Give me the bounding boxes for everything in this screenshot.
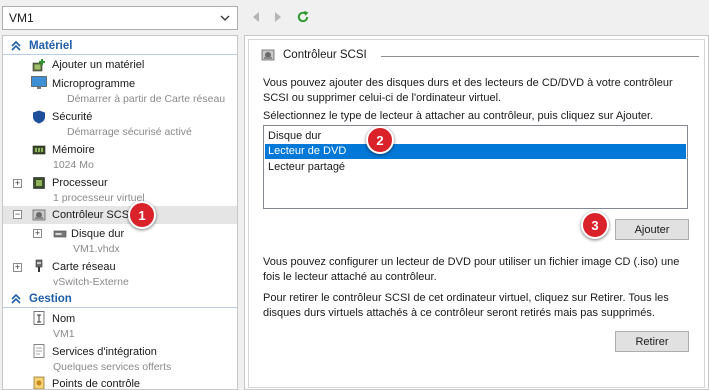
vm-selector[interactable]: VM1 bbox=[2, 6, 238, 30]
sidebar-item-label: Nom bbox=[52, 313, 76, 325]
sidebar-item-firmware[interactable]: Microprogramme Démarrer à partir de Cart… bbox=[3, 75, 237, 108]
sidebar-item-label: Microprogramme bbox=[52, 78, 136, 90]
forward-arrow-icon[interactable] bbox=[272, 11, 284, 23]
annotation-badge-1: 1 bbox=[128, 201, 156, 229]
scsi-controller-icon bbox=[261, 49, 275, 61]
settings-detail-pane: Contrôleur SCSI Vous pouvez ajouter des … bbox=[244, 35, 709, 390]
sidebar-item-processor[interactable]: + Processeur 1 processeur virtuel bbox=[3, 174, 237, 207]
back-arrow-icon[interactable] bbox=[250, 11, 262, 23]
panel-title: Contrôleur SCSI bbox=[261, 48, 367, 62]
scsi-controller-icon bbox=[32, 209, 46, 221]
monitor-icon bbox=[31, 76, 47, 89]
panel-title-text: Contrôleur SCSI bbox=[283, 49, 367, 61]
sidebar-item-label: Points de contrôle bbox=[52, 378, 141, 390]
sidebar-item-label: Carte réseau bbox=[52, 261, 116, 273]
section-header-hardware[interactable]: Matériel bbox=[3, 38, 237, 55]
sidebar-item-network-adapter[interactable]: + Carte réseau vSwitch-Externe bbox=[3, 258, 237, 291]
sidebar-item-checkpoints[interactable]: Points de contrôle bbox=[3, 376, 237, 390]
collapse-chevrons-icon bbox=[11, 41, 21, 51]
dvd-note-text: Vous pouvez configurer un lecteur de DVD… bbox=[263, 256, 680, 283]
add-hardware-icon bbox=[32, 59, 45, 72]
annotation-badge-3: 3 bbox=[581, 211, 609, 239]
shield-icon bbox=[33, 110, 45, 124]
sidebar-item-detail: 1024 Mo bbox=[53, 159, 94, 171]
section-label-hardware: Matériel bbox=[29, 40, 73, 52]
instruction-text: Sélectionnez le type de lecteur à attach… bbox=[263, 110, 654, 122]
sidebar-item-label: Contrôleur SCSI bbox=[52, 209, 133, 221]
annotation-badge-2: 2 bbox=[366, 126, 394, 154]
section-header-management[interactable]: Gestion bbox=[3, 291, 237, 308]
intro-text: Vous pouvez ajouter des disques durs et … bbox=[263, 77, 673, 104]
checkpoint-icon bbox=[33, 376, 45, 389]
list-item-shared-drive[interactable]: Lecteur partagé bbox=[265, 160, 686, 175]
add-button[interactable]: Ajouter bbox=[615, 219, 689, 240]
remove-button[interactable]: Retirer bbox=[615, 331, 689, 352]
sidebar-item-label: Disque dur bbox=[71, 228, 125, 240]
collapse-icon[interactable]: − bbox=[13, 210, 22, 219]
sidebar-item-detail: Démarrage sécurisé activé bbox=[67, 126, 192, 138]
sidebar-item-name[interactable]: Nom VM1 bbox=[3, 310, 237, 343]
section-label-management: Gestion bbox=[29, 293, 72, 305]
sidebar-item-detail: 1 processeur virtuel bbox=[53, 192, 145, 204]
expand-icon[interactable]: + bbox=[33, 229, 42, 238]
list-item-hard-disk[interactable]: Disque dur bbox=[265, 129, 686, 144]
sidebar-item-memory[interactable]: Mémoire 1024 Mo bbox=[3, 141, 237, 174]
document-icon bbox=[33, 344, 45, 358]
settings-tree: Matériel Ajouter un matériel Microprogra… bbox=[2, 35, 238, 390]
hard-disk-icon bbox=[53, 230, 67, 238]
memory-chip-icon bbox=[32, 145, 46, 155]
sidebar-item-label: Sécurité bbox=[52, 111, 93, 123]
sidebar-item-detail: Démarrer à partir de Carte réseau bbox=[67, 93, 226, 105]
sidebar-item-scsi-controller[interactable]: − Contrôleur SCSI bbox=[3, 206, 237, 224]
chevron-down-icon bbox=[220, 15, 230, 21]
title-divider bbox=[381, 56, 699, 57]
sidebar-item-detail: vSwitch-Externe bbox=[53, 276, 129, 288]
expand-icon[interactable]: + bbox=[13, 263, 22, 272]
scsi-controller-panel: Contrôleur SCSI Vous pouvez ajouter des … bbox=[248, 39, 705, 388]
sidebar-item-hard-disk[interactable]: + Disque dur VM1.vhdx bbox=[3, 225, 237, 258]
sidebar-item-label: Processeur bbox=[52, 177, 108, 189]
sidebar-item-add-hardware[interactable]: Ajouter un matériel bbox=[3, 57, 237, 73]
vm-selector-value: VM1 bbox=[9, 11, 34, 25]
sidebar-item-security[interactable]: Sécurité Démarrage sécurisé activé bbox=[3, 108, 237, 141]
sidebar-item-detail: VM1 bbox=[53, 328, 75, 340]
sidebar-item-label: Ajouter un matériel bbox=[52, 59, 145, 71]
name-tag-icon bbox=[33, 311, 45, 325]
sidebar-item-label: Services d'intégration bbox=[52, 346, 157, 358]
collapse-chevrons-icon bbox=[11, 294, 21, 304]
network-adapter-icon bbox=[35, 259, 43, 272]
drive-type-list[interactable]: Disque dur Lecteur de DVD Lecteur partag… bbox=[263, 125, 688, 209]
refresh-icon[interactable] bbox=[296, 10, 310, 24]
sidebar-item-integration-services[interactable]: Services d'intégration Quelques services… bbox=[3, 343, 237, 376]
sidebar-item-detail: VM1.vhdx bbox=[73, 243, 120, 255]
sidebar-item-label: Mémoire bbox=[52, 144, 95, 156]
sidebar-item-detail: Quelques services offerts bbox=[53, 361, 172, 373]
expand-icon[interactable]: + bbox=[13, 179, 22, 188]
list-item-dvd-drive[interactable]: Lecteur de DVD bbox=[265, 144, 686, 159]
remove-note-text: Pour retirer le contrôleur SCSI de cet o… bbox=[263, 292, 669, 319]
processor-chip-icon bbox=[33, 177, 45, 189]
